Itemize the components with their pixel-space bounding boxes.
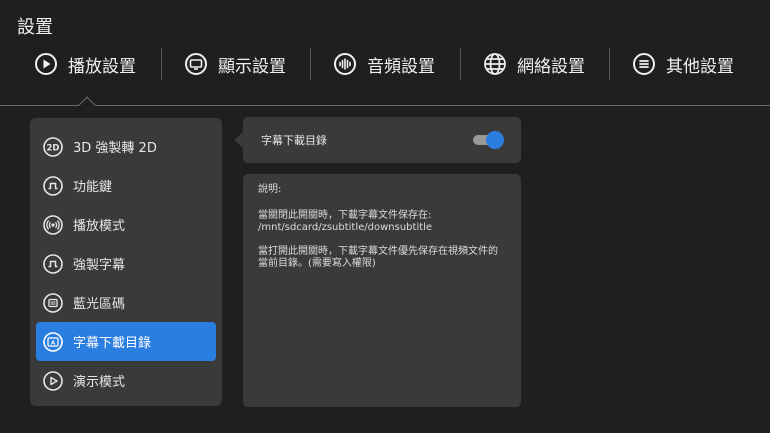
globe-icon	[484, 53, 506, 75]
pulse-icon	[43, 175, 63, 196]
settings-tabs: 播放設置 顯示設置 音頻設置 網絡設置 其他設置	[0, 44, 770, 84]
tab-network[interactable]: 網絡設置	[483, 44, 585, 84]
settings-menu: 2D 3D 強製轉 2D 功能鍵 播放模式 強製字幕 藍光區碼 A 字幕下載目錄…	[30, 118, 222, 406]
tab-label: 其他設置	[666, 56, 734, 77]
menu-item-function-key[interactable]: 功能鍵	[36, 166, 216, 205]
2d-icon: 2D	[43, 136, 63, 157]
menu-item-label: 字幕下載目錄	[73, 336, 152, 351]
tab-divider	[0, 105, 770, 106]
description-text: 當關閉此開關時，下載字幕文件保存在: /mnt/sdcard/zsubtitle…	[258, 210, 433, 233]
toggle-knob	[486, 131, 504, 149]
menu-circle-icon	[633, 53, 655, 75]
tab-separator	[609, 48, 610, 80]
menu-item-subtitle-download-dir[interactable]: A 字幕下載目錄	[36, 322, 216, 361]
menu-item-label: 演示模式	[73, 375, 126, 390]
description-text: 當打開此開關時，下載字幕文件優先保存在視頻文件的當前目錄。(需要寫入權限)	[258, 246, 498, 269]
menu-item-demo-mode[interactable]: 演示模式	[36, 361, 216, 400]
tab-audio[interactable]: 音頻設置	[333, 44, 435, 84]
play-circle-icon	[35, 53, 57, 75]
tab-display[interactable]: 顯示設置	[184, 44, 286, 84]
audio-wave-icon	[334, 53, 356, 75]
subtitle-dir-toggle[interactable]	[473, 131, 504, 149]
active-tab-indicator	[78, 96, 96, 114]
tab-playback[interactable]: 播放設置	[34, 44, 136, 84]
tab-label: 音頻設置	[367, 56, 435, 77]
pulse-icon	[43, 253, 63, 274]
tab-separator	[310, 48, 311, 80]
menu-item-bluray-region[interactable]: 藍光區碼	[36, 283, 216, 322]
menu-item-play-mode[interactable]: 播放模式	[36, 205, 216, 244]
tab-label: 播放設置	[68, 56, 136, 77]
setting-label: 字幕下載目錄	[261, 134, 327, 147]
broadcast-icon	[43, 214, 63, 235]
menu-item-label: 播放模式	[73, 219, 126, 234]
setting-toggle-card: 字幕下載目錄	[243, 117, 521, 163]
subtitle-icon: A	[43, 331, 63, 352]
menu-item-label: 強製字幕	[73, 258, 126, 273]
menu-item-label: 功能鍵	[73, 180, 113, 195]
disc-code-icon	[43, 292, 63, 313]
tab-other[interactable]: 其他設置	[632, 44, 734, 84]
svg-text:A: A	[51, 340, 56, 346]
page-title: 設置	[17, 17, 53, 38]
display-icon	[185, 53, 207, 75]
menu-item-forced-subtitle[interactable]: 強製字幕	[36, 244, 216, 283]
description-panel: 說明: 當關閉此開關時，下載字幕文件保存在: /mnt/sdcard/zsubt…	[243, 174, 521, 407]
menu-item-label: 3D 強製轉 2D	[73, 141, 157, 156]
menu-item-3d-to-2d[interactable]: 2D 3D 強製轉 2D	[36, 127, 216, 166]
tab-label: 顯示設置	[218, 56, 286, 77]
svg-text:2D: 2D	[47, 143, 60, 153]
tab-label: 網絡設置	[517, 56, 585, 77]
description-title: 說明:	[258, 184, 282, 195]
tab-separator	[161, 48, 162, 80]
tab-separator	[460, 48, 461, 80]
play-circle-icon	[43, 370, 63, 391]
menu-item-label: 藍光區碼	[73, 297, 126, 312]
